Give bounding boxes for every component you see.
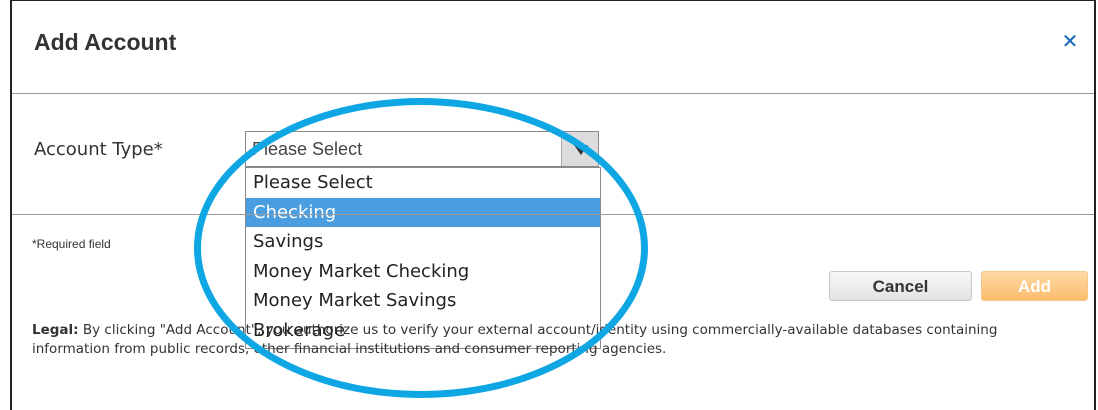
account-type-label: Account Type*	[34, 139, 163, 160]
legal-body: By clicking "Add Account", you authorize…	[32, 322, 998, 357]
divider-bottom	[12, 214, 1094, 215]
account-type-select[interactable]: Please Select	[245, 131, 599, 167]
account-type-selected-value: Please Select	[252, 139, 363, 159]
option-money-market-savings[interactable]: Money Market Savings	[246, 286, 600, 316]
cancel-button[interactable]: Cancel	[829, 271, 972, 301]
close-icon[interactable]: ✕	[1060, 31, 1080, 51]
option-please-select[interactable]: Please Select	[246, 168, 600, 198]
option-checking[interactable]: Checking	[246, 197, 600, 227]
option-savings[interactable]: Savings	[246, 227, 600, 257]
required-field-note: *Required field	[32, 237, 111, 251]
add-account-dialog: Add Account ✕ Account Type* Please Selec…	[10, 0, 1096, 410]
add-button[interactable]: Add	[981, 271, 1088, 301]
dropdown-arrow-icon[interactable]	[561, 132, 598, 166]
dialog-title: Add Account	[34, 29, 177, 55]
option-money-market-checking[interactable]: Money Market Checking	[246, 257, 600, 287]
legal-label: Legal:	[32, 322, 79, 338]
divider-top	[12, 93, 1094, 94]
legal-text: Legal: By clicking "Add Account", you au…	[32, 321, 1072, 359]
